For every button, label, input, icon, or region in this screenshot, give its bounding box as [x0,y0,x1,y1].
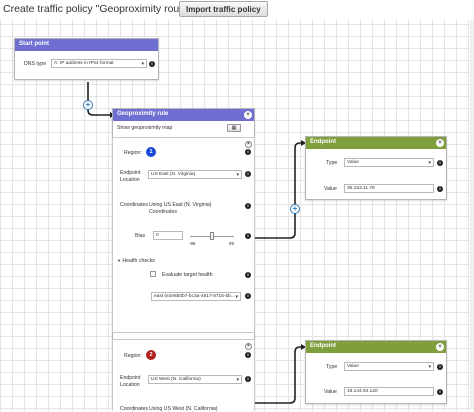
geoproximity-rule-node: Geoproximity rule × Show geoproximity ma… [112,108,255,412]
region-2-badge: 2 [146,350,156,360]
endpoint-1-type-label: Type [326,160,338,166]
dns-type-label: DNS type [24,61,47,67]
chevron-down-icon: ▾ [141,61,144,67]
close-icon[interactable]: × [436,139,444,147]
endpoint-location-value: US East (N. Virginia) [151,172,196,177]
region-1-label: Region: [124,150,142,156]
endpoint-node-1: Endpoint × Type Value ▾ i Value 35.153.1… [305,136,447,200]
endpoint-1-type-select[interactable]: Value ▾ [344,158,434,167]
info-icon[interactable]: i [437,364,443,370]
info-icon[interactable]: i [437,160,443,166]
endpoint-location-label: Endpoint Location [120,170,141,183]
add-endpoint-button[interactable]: + [290,204,300,214]
endpoint-1-header: Endpoint × [306,137,446,149]
wire-rule-to-endpoint1 [254,142,303,239]
add-rule-button[interactable]: + [83,100,93,110]
info-icon[interactable]: i [437,186,443,192]
info-icon[interactable]: i [245,203,251,209]
health-checks-label: Health checks [122,258,156,264]
endpoint-2-type-label: Type [326,364,338,370]
bias-input[interactable]: 0 [153,231,183,240]
start-point-title: Start point [19,41,49,47]
endpoint-2-value-input[interactable]: 18.144.94.120 [344,387,434,396]
region-1-badge: 1 [146,147,156,157]
show-map-label: Show geoproximity map [117,125,173,131]
vertical-scrollbar[interactable] [470,20,474,408]
bias-min: -99 [189,241,196,246]
chevron-down-icon: ▾ [236,172,239,178]
geoproximity-rule-header: Geoproximity rule × [113,109,254,121]
chevron-down-icon: ▾ [428,364,431,370]
endpoint-2-header: Endpoint × [306,341,446,353]
health-check-value: east (e2e6b0b7-bc3a-4617-8715-5b... [154,294,235,299]
coordinates-value: Using US West (N. California) [149,406,218,412]
info-icon[interactable]: i [245,352,251,358]
evaluate-target-health-label: Evaluate target health [162,272,213,278]
close-icon[interactable]: × [244,111,252,119]
info-icon[interactable]: i [245,149,251,155]
endpoint-location-select[interactable]: US West (N. California) ▾ [148,375,242,384]
coordinates-label: Coordinates [120,406,148,412]
triangle-down-icon: ▼ [117,258,121,263]
close-icon[interactable]: × [245,343,252,350]
map-icon[interactable]: ▦ [227,124,241,132]
coordinates-label: Coordinates [120,202,148,208]
info-icon[interactable]: i [149,61,155,67]
health-checks-toggle[interactable]: ▼ Health checks [117,258,155,264]
info-icon[interactable]: i [245,376,251,382]
endpoint-2-value-label: Value [324,389,337,395]
info-icon[interactable]: i [245,233,251,239]
info-icon[interactable]: i [245,272,251,278]
info-icon[interactable]: i [245,171,251,177]
endpoint-1-value-input[interactable]: 35.153.11.79 [344,184,434,193]
endpoint-location-label: Endpoint Location [120,375,141,388]
info-icon[interactable]: i [437,389,443,395]
start-point-node: Start point DNS type A: IP address in IP… [14,38,159,80]
info-icon[interactable]: i [245,293,251,299]
dns-type-value: A: IP address in IPv4 format [54,61,114,66]
chevron-down-icon: ▾ [235,294,238,300]
coordinates-value: Using US East (N. Virginia) Coordinates [149,202,212,215]
wire-start-to-rule [87,82,112,116]
region-2-label: Region: [124,353,142,359]
start-point-header: Start point [15,39,158,51]
endpoint-1-type-value: Value [347,160,359,165]
bias-slider-handle[interactable] [210,232,214,240]
wire-rule-to-endpoint2 [254,346,303,404]
endpoint-1-title: Endpoint [310,139,336,145]
bias-max: 99 [229,241,234,246]
dns-type-select[interactable]: A: IP address in IPv4 format ▾ [51,59,147,68]
close-icon[interactable]: × [245,141,252,148]
chevron-down-icon: ▾ [236,377,239,383]
import-traffic-policy-button[interactable]: Import traffic policy [179,1,268,17]
geoproximity-rule-title: Geoproximity rule [117,111,169,117]
endpoint-node-2: Endpoint × Type Value ▾ i Value 18.144.9… [305,340,447,404]
evaluate-target-health-checkbox[interactable] [150,271,156,277]
top-bar: Create traffic policy "Geoproximity rout… [0,0,474,20]
endpoint-location-select[interactable]: US East (N. Virginia) ▾ [148,170,242,179]
close-icon[interactable]: × [436,343,444,351]
health-check-select[interactable]: east (e2e6b0b7-bc3a-4617-8715-5b... ▾ [151,292,241,301]
region-2-section: × Region: 2 i Endpoint Location US West … [112,339,255,412]
region-1-section: × Region: 1 i Endpoint Location US East … [112,137,255,333]
endpoint-2-type-select[interactable]: Value ▾ [344,362,434,371]
endpoint-2-title: Endpoint [310,343,336,349]
bias-label: Bias [135,233,146,239]
endpoint-location-value: US West (N. California) [151,377,201,382]
endpoint-2-type-value: Value [347,364,359,369]
chevron-down-icon: ▾ [428,160,431,166]
endpoint-1-value-label: Value [324,186,337,192]
